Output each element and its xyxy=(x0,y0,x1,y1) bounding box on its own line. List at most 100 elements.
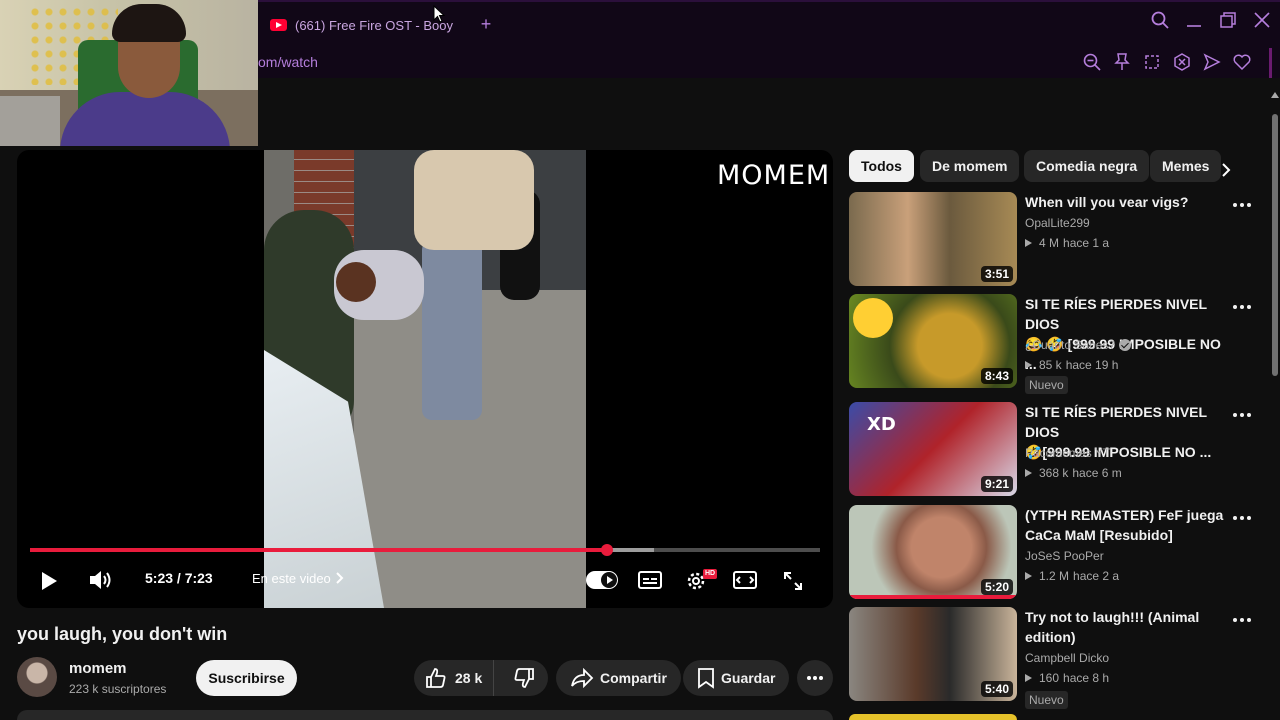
autoplay-toggle[interactable] xyxy=(586,571,618,589)
zoom-out-icon[interactable] xyxy=(1082,52,1102,72)
play-icon[interactable] xyxy=(37,570,61,592)
recommendation-channel[interactable]: Campbell Dicko xyxy=(1025,651,1109,665)
page-scrollbar[interactable] xyxy=(1270,88,1280,720)
like-button[interactable]: 28 k xyxy=(414,660,495,696)
views-count: 1.2 M xyxy=(1039,569,1070,583)
video-duration: 3:51 xyxy=(980,266,1013,282)
more-options-icon[interactable] xyxy=(1227,511,1257,525)
recommendation-item[interactable]: 5:20 (YTPH REMASTER) FeF juega CaCa MaM [… xyxy=(849,505,1269,600)
close-icon[interactable] xyxy=(1252,10,1272,30)
chip-memes[interactable]: Memes xyxy=(1150,150,1222,182)
more-options-icon[interactable] xyxy=(1227,300,1257,314)
channel-avatar[interactable] xyxy=(17,657,57,697)
views-icon xyxy=(1025,239,1032,247)
dislike-button[interactable] xyxy=(500,660,548,696)
recommendation-channel[interactable]: OpalLite299 xyxy=(1025,216,1090,230)
scrollbar-thumb[interactable] xyxy=(1272,114,1278,376)
recommendation-title[interactable]: Try not to laugh!!! (Animal edition) xyxy=(1025,607,1235,647)
screenshot-icon[interactable] xyxy=(1142,52,1162,72)
recommendation-meta: 1.2 Mhace 2 a xyxy=(1025,569,1119,583)
recommendation-title[interactable]: (YTPH REMASTER) FeF juega CaCa MaM [Resub… xyxy=(1025,505,1235,545)
webcam-overlay xyxy=(0,0,258,146)
share-arrow-icon xyxy=(571,668,594,688)
chip-todos[interactable]: Todos xyxy=(849,150,914,182)
minimize-icon[interactable] xyxy=(1184,10,1204,30)
mouse-cursor-icon xyxy=(433,4,446,28)
video-thumbnail[interactable]: 5:20 xyxy=(849,505,1017,599)
subscribe-button[interactable]: Suscribirse xyxy=(196,660,297,696)
more-options-icon[interactable] xyxy=(1227,613,1257,627)
progress-scrubber[interactable] xyxy=(600,544,613,556)
description-box[interactable] xyxy=(17,710,833,720)
scroll-up-arrow-icon[interactable] xyxy=(1271,92,1279,98)
recommendation-channel[interactable]: Pacomemes YT xyxy=(1025,446,1110,460)
scene-person-standing xyxy=(414,150,534,250)
recommendation-meta: 4 Mhace 1 a xyxy=(1025,236,1109,250)
recommendation-item[interactable]: 5:40 Try not to laugh!!! (Animal edition)… xyxy=(849,607,1269,709)
subtitles-icon[interactable] xyxy=(637,570,663,590)
video-thumbnail[interactable]: 5:40 xyxy=(849,607,1017,701)
share-button[interactable]: Compartir xyxy=(556,660,681,696)
fullscreen-icon[interactable] xyxy=(781,569,805,593)
save-button[interactable]: Guardar xyxy=(683,660,790,696)
address-toolbar xyxy=(1082,52,1252,72)
progress-bar[interactable] xyxy=(30,544,820,556)
chevron-right-icon[interactable] xyxy=(335,571,345,588)
search-icon[interactable] xyxy=(1150,10,1170,30)
more-actions-button[interactable] xyxy=(797,660,833,696)
upload-age: hace 2 a xyxy=(1073,569,1120,583)
volume-icon[interactable] xyxy=(87,568,115,592)
send-icon[interactable] xyxy=(1202,52,1222,72)
blocker-icon[interactable] xyxy=(1172,52,1192,72)
recommendation-item[interactable]: XD 9:21 SI TE RÍES PIERDES NIVEL DIOS 🤣[9… xyxy=(849,402,1269,497)
scene-person-head xyxy=(336,262,376,302)
more-options-icon[interactable] xyxy=(1227,408,1257,422)
new-tab-plus-icon[interactable]: + xyxy=(478,14,494,34)
bookmark-icon xyxy=(698,668,714,689)
views-count: 160 xyxy=(1039,671,1060,685)
webcam-person-hair xyxy=(112,4,186,42)
upload-age: hace 6 m xyxy=(1072,466,1122,480)
views-icon xyxy=(1025,361,1032,369)
views-icon xyxy=(1025,572,1032,580)
sidebar-accent-strip xyxy=(1269,48,1272,78)
video-thumbnail[interactable]: 8:43 xyxy=(849,294,1017,388)
more-options-icon[interactable] xyxy=(1227,198,1257,212)
video-thumbnail[interactable]: 3:51 xyxy=(849,192,1017,286)
theater-mode-icon[interactable] xyxy=(732,570,758,590)
upload-age: hace 1 a xyxy=(1063,236,1110,250)
video-thumbnail[interactable]: XD 9:21 xyxy=(849,402,1017,496)
share-label: Compartir xyxy=(600,670,667,686)
video-title: you laugh, you don't win xyxy=(17,624,228,644)
channel-label: JoSeS PooPer xyxy=(1025,549,1104,563)
webcam-shelf xyxy=(0,96,60,146)
more-horizontal-icon xyxy=(807,676,823,680)
chapter-button[interactable]: En este video xyxy=(252,571,331,586)
laughing-emoji-icon xyxy=(853,298,893,338)
filter-chips: Todos De momem Comedia negra Memes xyxy=(849,150,1229,182)
video-duration: 5:40 xyxy=(980,681,1013,697)
recommendation-title[interactable]: When vill you vear vigs? xyxy=(1025,192,1235,212)
chevron-right-icon[interactable] xyxy=(1216,160,1236,180)
views-count: 368 k xyxy=(1039,466,1069,480)
autoplay-knob-icon xyxy=(601,572,617,588)
pin-icon[interactable] xyxy=(1112,52,1132,72)
recommendation-channel[interactable]: ¿Cuánto Sabes? xyxy=(1025,338,1132,352)
heart-icon[interactable] xyxy=(1232,52,1252,72)
thumbs-down-icon xyxy=(514,668,535,688)
title-line: When vill you vear vigs? xyxy=(1025,194,1189,210)
video-player[interactable]: MOMEM 5:23 / 7:23 En este video HD xyxy=(17,150,833,608)
tab-bar-border xyxy=(258,0,1280,2)
recommendation-channel[interactable]: JoSeS PooPer xyxy=(1025,549,1104,563)
recommendation-item[interactable]: 3:51 When vill you vear vigs? OpalLite29… xyxy=(849,192,1269,287)
restore-icon[interactable] xyxy=(1218,10,1238,30)
chip-de-momem[interactable]: De momem xyxy=(920,150,1020,182)
time-display: 5:23 / 7:23 xyxy=(145,570,213,586)
views-icon xyxy=(1025,674,1032,682)
chip-comedia-negra[interactable]: Comedia negra xyxy=(1024,150,1150,182)
recommendation-item[interactable]: 8:43 SI TE RÍES PIERDES NIVEL DIOS 😂 🤣 [9… xyxy=(849,294,1269,394)
channel-name[interactable]: momem xyxy=(69,660,127,677)
progress-played xyxy=(30,548,607,552)
url-text[interactable]: om/watch xyxy=(258,54,318,70)
scene-person-legs xyxy=(422,240,482,420)
